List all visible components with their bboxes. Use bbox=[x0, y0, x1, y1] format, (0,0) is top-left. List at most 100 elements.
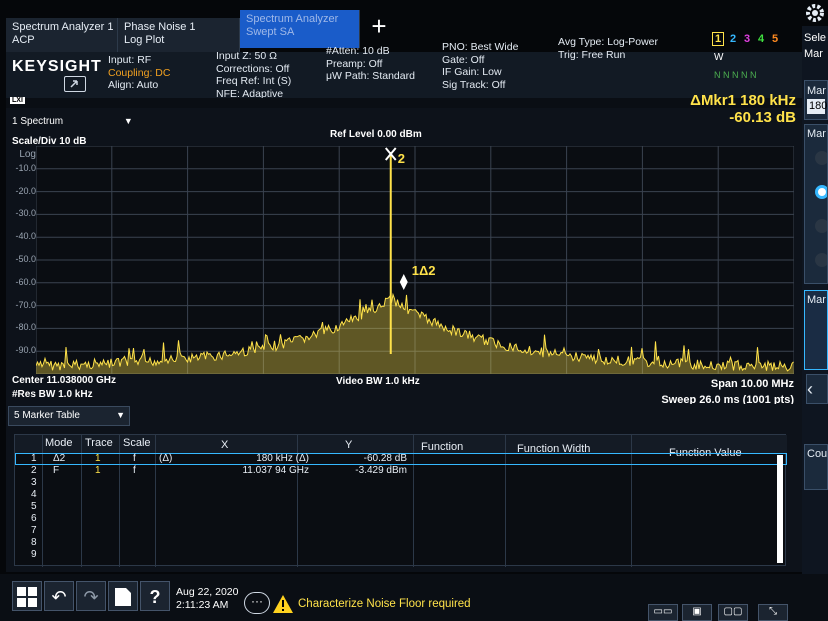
window-layout-button-2[interactable]: ▣ bbox=[682, 604, 712, 621]
table-row[interactable]: 7 bbox=[15, 525, 787, 537]
delta-marker-label: ΔMkr1 180 kHz bbox=[690, 92, 796, 109]
freq-ref: Freq Ref: Int (S) bbox=[216, 75, 292, 87]
radio-option-3[interactable] bbox=[815, 219, 827, 233]
select-label: Sele Mar bbox=[804, 30, 826, 62]
row-scale: f bbox=[133, 465, 136, 476]
help-button[interactable]: ? bbox=[140, 581, 170, 611]
tab-spectrum-analyzer-active[interactable]: Spectrum Analyzer Swept SA bbox=[240, 10, 360, 48]
atten: #Atten: 10 dB bbox=[326, 45, 390, 57]
center-frequency[interactable]: Center 11.038000 GHz bbox=[12, 375, 116, 386]
span[interactable]: Span 10.00 MHz bbox=[711, 378, 794, 390]
undo-button[interactable]: ↶ bbox=[44, 581, 74, 611]
row-y: -60.28 dB bbox=[363, 453, 407, 464]
tab-label: Spectrum Analyzer bbox=[246, 13, 339, 25]
file-icon bbox=[115, 588, 131, 606]
settings-gear-icon[interactable] bbox=[802, 0, 828, 26]
tab-phase-noise-1[interactable]: Phase Noise 1 Log Plot bbox=[118, 18, 240, 52]
chevron-left-icon: ‹ bbox=[807, 379, 813, 399]
radio-option-2-selected[interactable] bbox=[815, 185, 827, 199]
window-title-label: 1 Spectrum bbox=[12, 116, 64, 127]
input-rf: Input: RF bbox=[108, 54, 152, 66]
softkey-value: 180 bbox=[807, 99, 828, 114]
marker-table-title[interactable]: 5 Marker Table ▼ bbox=[8, 406, 130, 426]
alert-message: Characterize Noise Floor required bbox=[298, 598, 471, 610]
marker-table[interactable]: Mode Trace Scale X Y Function Function W… bbox=[14, 434, 787, 567]
marker-function-softkey[interactable]: Mar bbox=[804, 290, 828, 370]
window-layout-button-3[interactable]: ▢▢ bbox=[718, 604, 748, 621]
table-row[interactable]: 6 bbox=[15, 513, 787, 525]
trig: Trig: Free Run bbox=[558, 48, 626, 61]
scale-type-label: Log bbox=[19, 149, 36, 160]
maximize-button[interactable]: ⤡ bbox=[758, 604, 788, 621]
ref-level[interactable]: Ref Level 0.00 dBm bbox=[330, 129, 422, 140]
help-icon: ? bbox=[149, 587, 161, 607]
redo-icon: ↷ bbox=[83, 587, 99, 607]
table-row[interactable]: 3 bbox=[15, 477, 787, 489]
window-layout-button-1[interactable]: ▭▭ bbox=[648, 604, 678, 621]
marker-1-delta[interactable]: 1Δ2 bbox=[399, 263, 436, 290]
input-settings[interactable]: Input: RF Coupling: DC Align: Auto bbox=[108, 54, 170, 92]
tab-label: Phase Noise 1 bbox=[124, 21, 196, 33]
tab-label: Spectrum Analyzer 1 bbox=[12, 21, 114, 33]
keysight-logo: KEYSIGHT bbox=[12, 58, 102, 75]
message-icon[interactable]: ··· bbox=[244, 592, 270, 614]
tab-sublabel: Swept SA bbox=[246, 26, 295, 38]
tab-sublabel: Log Plot bbox=[124, 34, 165, 46]
input-z-settings[interactable]: Input Z: 50 Ω Corrections: Off Freq Ref:… bbox=[216, 50, 291, 100]
y-axis-labels: Log -10.0 -20.0 -30.0 -40.0 -50.0 -60.0 -70.0 -… bbox=[10, 146, 36, 374]
y-tick-label: -20.0 bbox=[15, 185, 36, 196]
row-number: 5 bbox=[31, 501, 37, 512]
row-x: 180 kHz (Δ) bbox=[256, 453, 309, 464]
marker-2[interactable]: 2 bbox=[384, 147, 405, 166]
window-title[interactable]: 1 Spectrum ▼ bbox=[12, 116, 133, 127]
table-row[interactable]: 1 Δ2 1 f (Δ) 180 kHz (Δ) -60.28 dB bbox=[15, 453, 787, 465]
input-z: Input Z: 50 Ω bbox=[216, 50, 277, 62]
counter-softkey[interactable]: Cou bbox=[804, 444, 828, 490]
row-number: 4 bbox=[31, 489, 37, 500]
table-row[interactable]: 4 bbox=[15, 489, 787, 501]
graticule[interactable]: 2 1Δ2 bbox=[36, 146, 794, 374]
marker-table-title-label: 5 Marker Table bbox=[14, 410, 80, 421]
redo-button[interactable]: ↷ bbox=[76, 581, 106, 611]
local-icon[interactable] bbox=[64, 76, 86, 92]
y-tick-label: -50.0 bbox=[15, 254, 36, 264]
table-row[interactable]: 2 F 1 f 11.037 94 GHz -3.429 dBm bbox=[15, 465, 787, 477]
row-trace: 1 bbox=[95, 465, 101, 476]
undo-icon: ↶ bbox=[51, 587, 67, 607]
alert-banner[interactable]: Characterize Noise Floor required bbox=[270, 592, 471, 618]
row-number: 1 bbox=[31, 453, 37, 464]
align-auto: Align: Auto bbox=[108, 79, 159, 91]
res-bw[interactable]: #Res BW 1.0 kHz bbox=[12, 389, 93, 400]
radio-option-4[interactable] bbox=[815, 253, 827, 267]
video-bw[interactable]: Video BW 1.0 kHz bbox=[336, 376, 420, 387]
table-row[interactable]: 8 bbox=[15, 537, 787, 549]
add-screen-button[interactable]: + bbox=[365, 10, 393, 44]
trace-indicator[interactable]: 1 2 3 4 5 W N N N N N bbox=[710, 32, 802, 86]
dropdown-arrow-icon[interactable]: ▼ bbox=[124, 116, 133, 126]
sweep-settings[interactable]: PNO: Best Wide Gate: Off IF Gain: Low Si… bbox=[442, 41, 518, 91]
delta-marker-value: -60.13 dB bbox=[729, 109, 796, 126]
table-scrollbar[interactable] bbox=[777, 455, 783, 563]
gate: Gate: Off bbox=[442, 53, 485, 66]
file-button[interactable] bbox=[108, 581, 138, 611]
tab-spectrum-analyzer-1[interactable]: Spectrum Analyzer 1 ACP bbox=[6, 18, 118, 52]
y-tick-label: -60.0 bbox=[15, 276, 36, 287]
radio-option-1[interactable] bbox=[815, 151, 827, 165]
avg-type: Avg Type: Log-Power bbox=[558, 36, 659, 48]
table-row[interactable]: 5 bbox=[15, 501, 787, 513]
y-tick-label: -70.0 bbox=[15, 299, 36, 310]
lxi-label: LXI bbox=[10, 97, 25, 104]
trace-detectors: N N N N N bbox=[714, 70, 757, 80]
attenuation-settings[interactable]: #Atten: 10 dB Preamp: Off μW Path: Stand… bbox=[326, 45, 415, 83]
trace-settings[interactable]: Avg Type: Log-Power Trig: Free Run bbox=[558, 36, 658, 61]
pno: PNO: Best Wide bbox=[442, 41, 519, 53]
table-row[interactable]: 9 bbox=[15, 549, 787, 561]
marker-softkey[interactable]: Mar 180 bbox=[804, 80, 828, 120]
row-scale: f bbox=[133, 453, 136, 464]
back-arrow-button[interactable]: ‹ bbox=[806, 374, 828, 404]
marker-1-label: 1Δ2 bbox=[412, 263, 436, 278]
marker-mode-softkey[interactable]: Mar bbox=[804, 124, 828, 284]
windows-start-button[interactable] bbox=[12, 581, 42, 611]
dropdown-arrow-icon[interactable]: ▼ bbox=[116, 410, 125, 420]
trace-4-number: 4 bbox=[758, 33, 765, 45]
